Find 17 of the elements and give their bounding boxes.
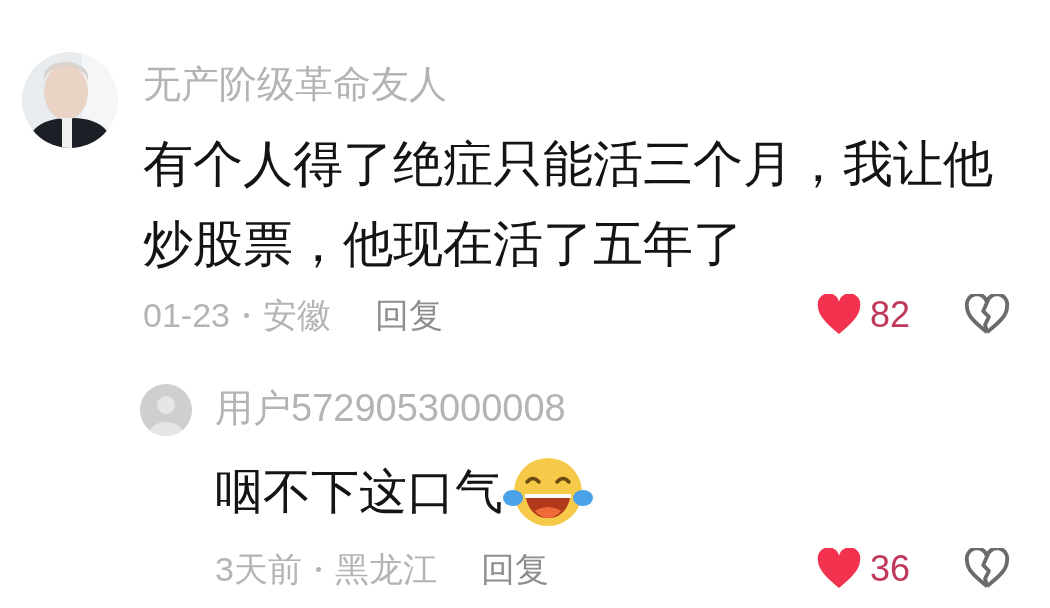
heart-icon[interactable] <box>816 294 862 336</box>
comment-text: 有个人得了绝症只能活三个月，我让他炒股票，他现在活了五年了 <box>143 135 994 274</box>
laughing-crying-emoji-icon <box>503 456 593 528</box>
broken-heart-icon[interactable] <box>964 548 1010 590</box>
reply-button[interactable]: 回复 <box>480 543 549 595</box>
comment-date: 3天前 <box>215 548 302 590</box>
like-count: 82 <box>870 293 912 337</box>
comment-date: 01-23 <box>143 294 230 336</box>
comment-location: 安徽 <box>262 294 331 336</box>
like-count: 36 <box>870 547 912 591</box>
username[interactable]: 用户5729053000008 <box>215 380 566 436</box>
username[interactable]: 无产阶级革命友人 <box>143 52 447 112</box>
reply-button[interactable]: 回复 <box>374 289 443 341</box>
broken-heart-icon[interactable] <box>964 294 1010 336</box>
heart-icon[interactable] <box>816 548 862 590</box>
comment-text: 咽不下这口气 <box>215 464 503 520</box>
comment-location: 黑龙江 <box>334 548 437 590</box>
